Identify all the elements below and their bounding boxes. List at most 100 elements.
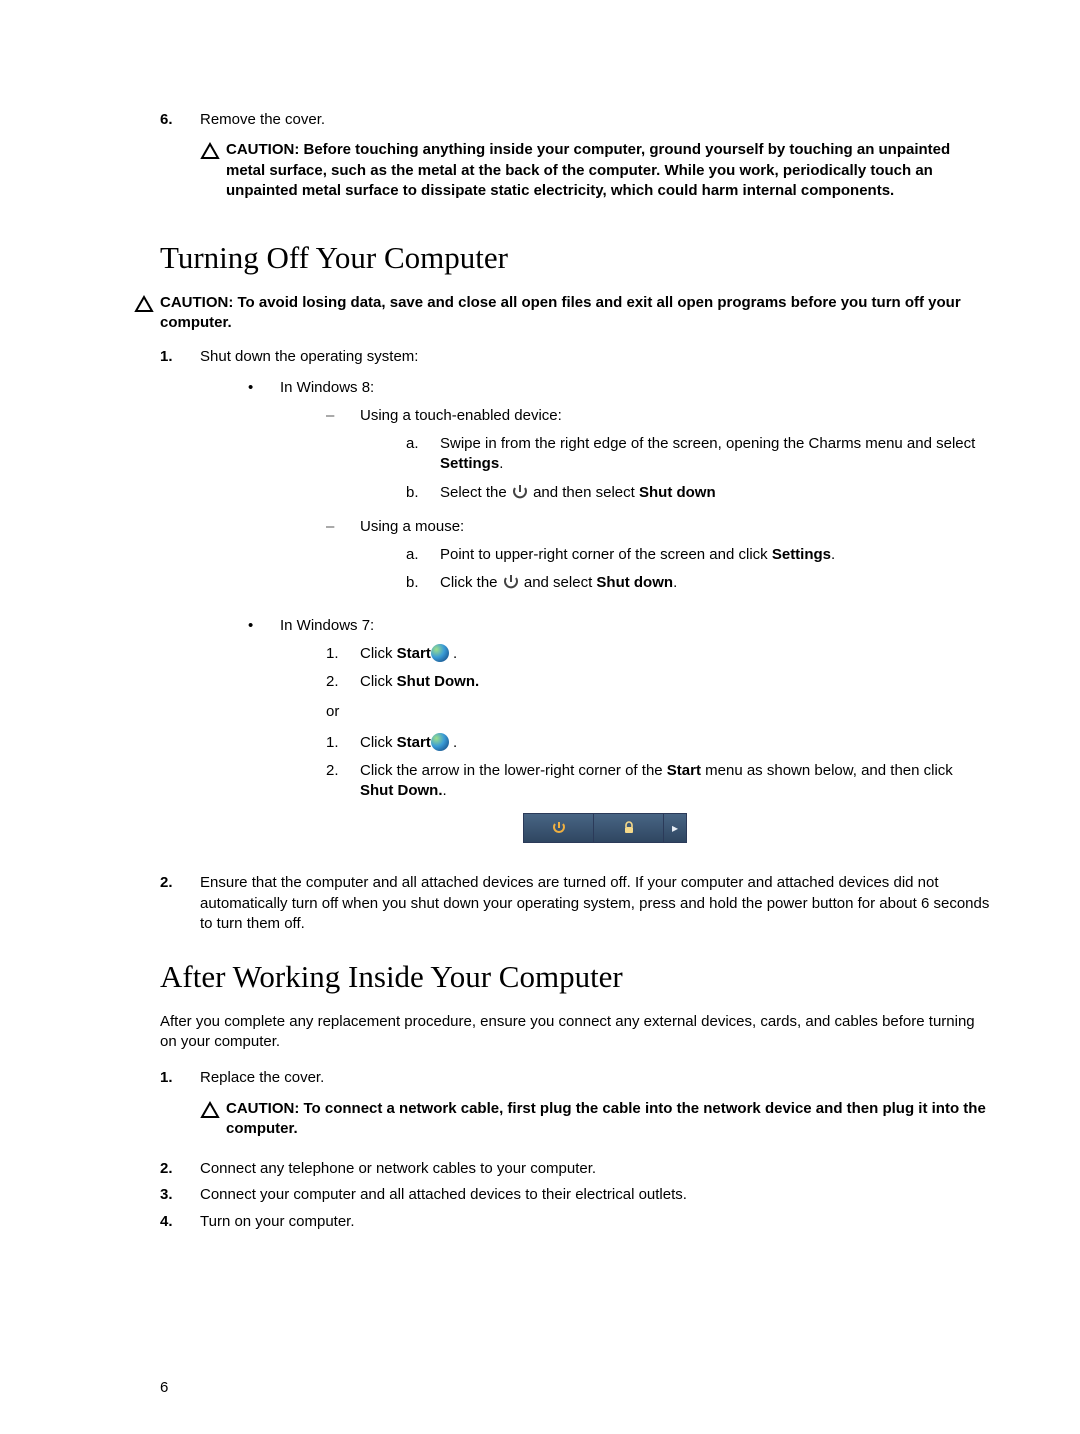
start: Start bbox=[397, 645, 431, 662]
letter-mark: a. bbox=[400, 545, 440, 565]
page-number: 6 bbox=[160, 1378, 168, 1398]
win7-alt-1: 1. Click Start . bbox=[280, 733, 990, 753]
step-number: 1. bbox=[160, 347, 200, 867]
settings: Settings bbox=[440, 455, 499, 472]
lock-segment bbox=[594, 814, 664, 842]
caution-box: CAUTION: To avoid losing data, save and … bbox=[134, 293, 990, 334]
text: Click the arrow in the lower-right corne… bbox=[360, 762, 667, 779]
intro-paragraph: After you complete any replacement proce… bbox=[160, 1012, 990, 1053]
letter-a: a. Swipe in from the right edge of the s… bbox=[360, 434, 990, 475]
text: and then select bbox=[533, 484, 639, 501]
after-step-2: 2. Connect any telephone or network cabl… bbox=[160, 1159, 990, 1179]
text: Point to upper-right corner of the scree… bbox=[440, 546, 772, 563]
letter-b: b. Click the and select Shut down. bbox=[360, 573, 990, 593]
step-text: Connect your computer and all attached d… bbox=[200, 1185, 990, 1205]
step-number: 2. bbox=[160, 873, 200, 934]
shutdown: Shut down bbox=[596, 574, 673, 591]
letter-body: Point to upper-right corner of the scree… bbox=[440, 545, 990, 565]
text: . bbox=[673, 574, 677, 591]
step-text: Replace the cover. bbox=[200, 1068, 990, 1088]
bullet-win7: • In Windows 7: 1. Click Start . 2. Clic… bbox=[200, 616, 990, 862]
dash-text: Using a mouse: bbox=[360, 517, 990, 537]
step-number: 3. bbox=[160, 1185, 200, 1205]
shutdown-bar: ▸ bbox=[523, 813, 687, 843]
text: Click the bbox=[440, 574, 502, 591]
caution-text: CAUTION: To connect a network cable, fir… bbox=[226, 1099, 990, 1140]
heading-turning-off: Turning Off Your Computer bbox=[160, 237, 990, 279]
step-text: Ensure that the computer and all attache… bbox=[200, 873, 990, 934]
letter-body: Select the and then select Shut down bbox=[440, 483, 990, 503]
letter-body: Click the and select Shut down. bbox=[440, 573, 990, 593]
text: Click bbox=[360, 734, 397, 751]
or-text: or bbox=[286, 702, 990, 722]
caution-icon bbox=[200, 140, 226, 201]
num-body: Click the arrow in the lower-right corne… bbox=[360, 761, 990, 802]
text: menu as shown below, and then click bbox=[701, 762, 953, 779]
dash-icon: – bbox=[320, 406, 360, 509]
step-text: Connect any telephone or network cables … bbox=[200, 1159, 990, 1179]
num-mark: 2. bbox=[320, 672, 360, 692]
after-step-1: 1. Replace the cover. CAUTION: To connec… bbox=[160, 1068, 990, 1153]
text: Select the bbox=[440, 484, 511, 501]
power-icon bbox=[511, 483, 529, 501]
caution-text: CAUTION: Before touching anything inside… bbox=[226, 140, 990, 201]
bullet-text: In Windows 7: bbox=[280, 616, 990, 636]
step-2: 2. Ensure that the computer and all atta… bbox=[160, 873, 990, 934]
text: . bbox=[831, 546, 835, 563]
num-mark: 1. bbox=[320, 644, 360, 664]
caution-icon bbox=[134, 293, 160, 334]
bullet-win8: • In Windows 8: – Using a touch-enabled … bbox=[200, 378, 990, 606]
shutdown: Shut down bbox=[639, 484, 716, 501]
shutdown: Shut Down. bbox=[397, 673, 480, 690]
step-body: Shut down the operating system: • In Win… bbox=[200, 347, 990, 867]
letter-mark: b. bbox=[400, 483, 440, 503]
heading-after-working: After Working Inside Your Computer bbox=[160, 956, 990, 998]
text: Click bbox=[360, 673, 397, 690]
dash-body: Using a touch-enabled device: a. Swipe i… bbox=[360, 406, 990, 509]
bullet-text: In Windows 8: bbox=[280, 378, 990, 398]
caution-box: CAUTION: Before touching anything inside… bbox=[200, 140, 990, 201]
caution-text: CAUTION: To avoid losing data, save and … bbox=[160, 293, 990, 334]
text: . bbox=[443, 782, 447, 799]
step-text: Remove the cover. bbox=[200, 110, 990, 130]
dash-icon: – bbox=[320, 517, 360, 600]
win7-step-1: 1. Click Start . bbox=[280, 644, 990, 664]
after-step-4: 4. Turn on your computer. bbox=[160, 1212, 990, 1232]
step-number: 4. bbox=[160, 1212, 200, 1232]
win7-alt-2: 2. Click the arrow in the lower-right co… bbox=[280, 761, 990, 802]
start-orb-icon bbox=[431, 644, 449, 662]
num-mark: 2. bbox=[320, 761, 360, 802]
letter-b: b. Select the and then select Shut down bbox=[360, 483, 990, 503]
caution-icon bbox=[200, 1099, 226, 1140]
text: . bbox=[499, 455, 503, 472]
step-body: Remove the cover. CAUTION: Before touchi… bbox=[200, 110, 990, 215]
num-body: Click Start . bbox=[360, 644, 990, 664]
text: and select bbox=[524, 574, 597, 591]
caution-box: CAUTION: To connect a network cable, fir… bbox=[200, 1099, 990, 1140]
num-mark: 1. bbox=[320, 733, 360, 753]
after-step-3: 3. Connect your computer and all attache… bbox=[160, 1185, 990, 1205]
lock-icon bbox=[622, 821, 636, 835]
step-text: Shut down the operating system: bbox=[200, 347, 990, 367]
step-number: 1. bbox=[160, 1068, 200, 1153]
power-segment bbox=[524, 814, 594, 842]
dash-text: Using a touch-enabled device: bbox=[360, 406, 990, 426]
step-text: Turn on your computer. bbox=[200, 1212, 990, 1232]
text: Click bbox=[360, 645, 397, 662]
bullet-body: In Windows 8: – Using a touch-enabled de… bbox=[280, 378, 990, 606]
step-6: 6. Remove the cover. CAUTION: Before tou… bbox=[160, 110, 990, 215]
power-icon bbox=[502, 573, 520, 591]
power-icon bbox=[551, 820, 567, 836]
start: Start bbox=[397, 734, 431, 751]
letter-a: a. Point to upper-right corner of the sc… bbox=[360, 545, 990, 565]
bullet-body: In Windows 7: 1. Click Start . 2. Click … bbox=[280, 616, 990, 862]
text: Swipe in from the right edge of the scre… bbox=[440, 435, 975, 452]
letter-body: Swipe in from the right edge of the scre… bbox=[440, 434, 990, 475]
shutdown: Shut Down. bbox=[360, 782, 443, 799]
letter-mark: b. bbox=[400, 573, 440, 593]
step-number: 6. bbox=[160, 110, 200, 215]
start-orb-icon bbox=[431, 733, 449, 751]
letter-mark: a. bbox=[400, 434, 440, 475]
arrow-segment: ▸ bbox=[664, 814, 686, 842]
dash-mouse: – Using a mouse: a. Point to upper-right… bbox=[280, 517, 990, 600]
